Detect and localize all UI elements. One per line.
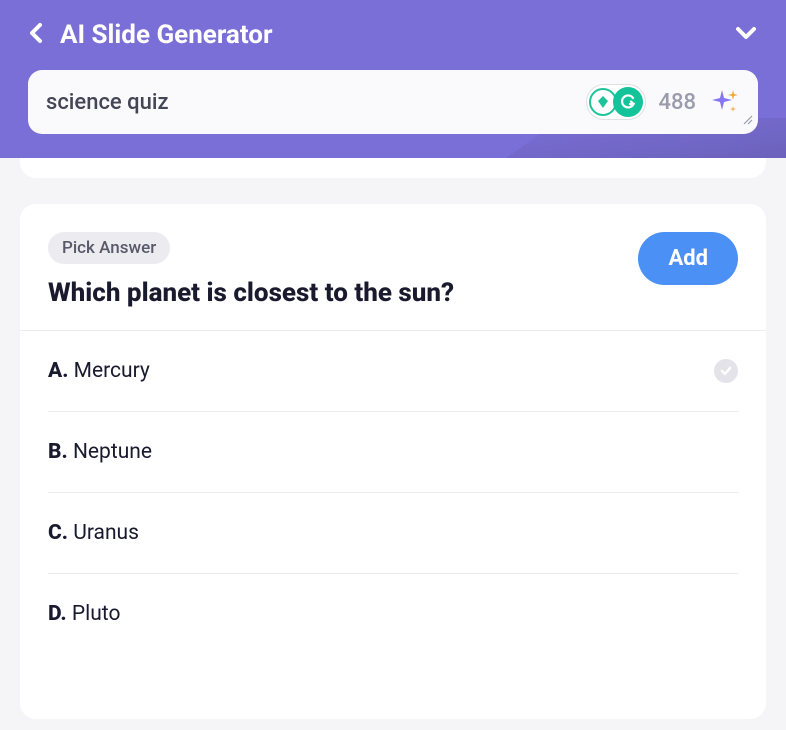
page-title: AI Slide Generator <box>60 20 273 50</box>
grammarly-g-icon <box>613 87 643 117</box>
header-banner: AI Slide Generator 488 <box>0 0 786 158</box>
grammarly-badge-group[interactable] <box>586 84 646 120</box>
answer-value: Pluto <box>72 602 121 626</box>
answer-text: D. Pluto <box>48 602 120 626</box>
answer-letter: B. <box>48 440 68 464</box>
header-left-group: AI Slide Generator <box>28 20 273 50</box>
question-type-badge: Pick Answer <box>48 232 170 264</box>
answer-letter: D. <box>48 602 67 626</box>
question-card: Pick Answer Which planet is closest to t… <box>20 204 766 719</box>
prompt-input[interactable] <box>46 90 574 115</box>
answer-item[interactable]: C. Uranus <box>48 493 738 574</box>
header-top-row: AI Slide Generator <box>28 20 758 50</box>
answer-item[interactable]: A. Mercury <box>48 331 738 412</box>
card-header: Pick Answer Which planet is closest to t… <box>20 232 766 330</box>
answer-value: Mercury <box>74 359 150 383</box>
back-chevron-icon[interactable] <box>28 21 44 49</box>
question-text: Which planet is closest to the sun? <box>48 278 638 308</box>
add-button[interactable]: Add <box>638 232 738 285</box>
prompt-input-container: 488 <box>28 70 758 134</box>
answer-text: A. Mercury <box>48 359 150 383</box>
chevron-down-icon[interactable] <box>734 25 758 45</box>
character-counter: 488 <box>658 90 696 115</box>
answer-value: Neptune <box>73 440 152 464</box>
answer-text: C. Uranus <box>48 521 139 545</box>
answer-value: Uranus <box>73 521 139 545</box>
resize-handle-icon[interactable] <box>742 111 754 130</box>
answer-item[interactable]: D. Pluto <box>48 574 738 654</box>
answer-letter: A. <box>48 359 68 383</box>
sparkle-icon[interactable] <box>708 86 740 118</box>
card-header-left: Pick Answer Which planet is closest to t… <box>48 232 638 308</box>
content-area: Pick Answer Which planet is closest to t… <box>0 158 786 719</box>
answer-item[interactable]: B. Neptune <box>48 412 738 493</box>
answer-text: B. Neptune <box>48 440 152 464</box>
answer-letter: C. <box>48 521 68 545</box>
previous-card-bottom <box>20 158 766 178</box>
check-icon <box>714 359 738 383</box>
answer-list: A. Mercury B. Neptune C. Uranus <box>20 331 766 654</box>
